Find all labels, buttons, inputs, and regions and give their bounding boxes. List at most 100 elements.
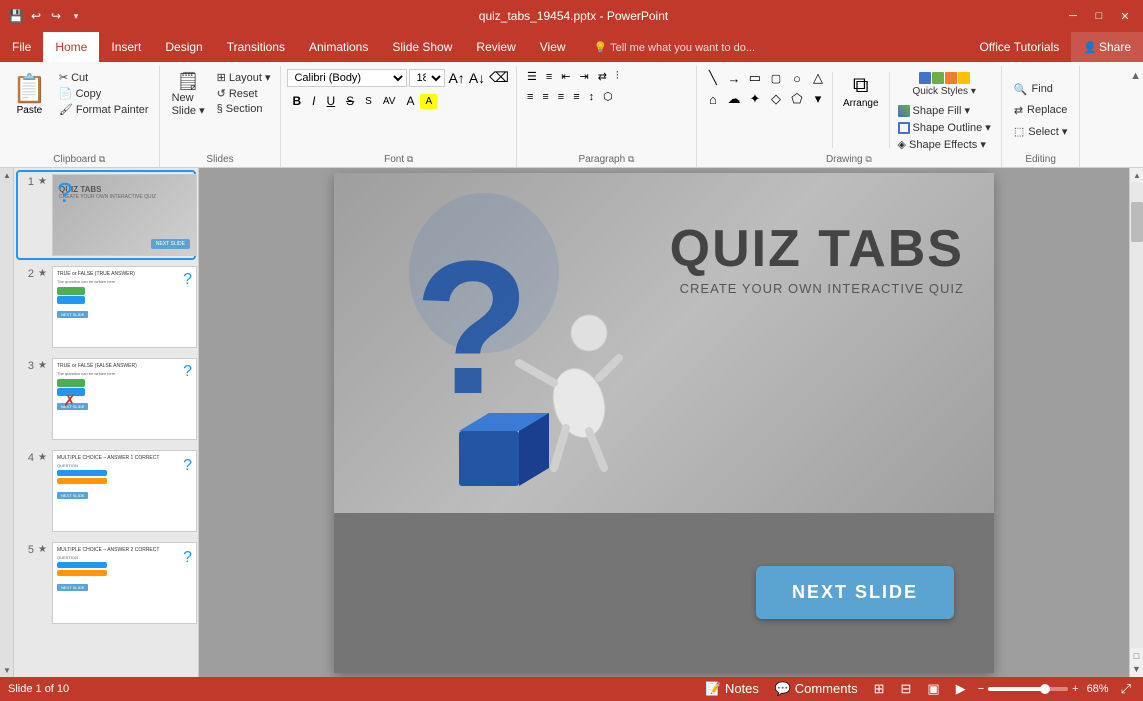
menu-design[interactable]: Design xyxy=(153,32,214,62)
scroll-up-btn[interactable]: ▲ xyxy=(0,168,14,182)
menu-animations[interactable]: Animations xyxy=(297,32,380,62)
zoom-dot[interactable] xyxy=(1040,684,1050,694)
rtl-button[interactable]: ⇄ xyxy=(594,68,611,85)
undo-icon[interactable]: ↩ xyxy=(28,8,44,24)
quick-styles-button[interactable]: Quick Styles ▾ xyxy=(894,68,995,101)
rect-shape[interactable]: ▭ xyxy=(745,68,765,88)
menu-transitions[interactable]: Transitions xyxy=(215,32,297,62)
clear-formatting-btn[interactable]: ⌫ xyxy=(488,68,510,87)
scroll-down-btn[interactable]: ▼ xyxy=(0,663,14,677)
italic-button[interactable]: I xyxy=(307,92,320,110)
bullets-button[interactable]: ☰ xyxy=(523,68,541,85)
bold-button[interactable]: B xyxy=(287,92,306,110)
indent-less-button[interactable]: ⇤ xyxy=(557,68,574,85)
shape-7[interactable]: ⌂ xyxy=(703,89,723,109)
menu-share[interactable]: 👤 Share xyxy=(1071,32,1143,62)
zoom-normal-btn[interactable]: □ xyxy=(1131,650,1143,662)
save-icon[interactable]: 💾 xyxy=(8,8,24,24)
convert-smartart-button[interactable]: ⬡ xyxy=(599,88,617,105)
numbering-button[interactable]: ≡ xyxy=(542,69,556,85)
slide-thumb-5[interactable]: 5 ★ MULTIPLE CHOICE – ANSWER 2 CORRECT Q… xyxy=(18,540,194,626)
font-family-select[interactable]: Calibri (Body) xyxy=(287,69,407,87)
slide-thumb-1[interactable]: 1 ★ QUIZ TABS CREATE YOUR OWN INTERACTIV… xyxy=(18,172,194,258)
slide-number-3: 3 xyxy=(20,360,34,372)
text-highlight-button[interactable]: A xyxy=(420,94,437,109)
slide-sorter-btn[interactable]: ⊟ xyxy=(896,679,915,699)
justify-button[interactable]: ≡ xyxy=(569,89,583,105)
minimize-btn[interactable]: ─ xyxy=(1063,6,1083,26)
right-scroll-thumb[interactable] xyxy=(1131,202,1143,242)
align-center-button[interactable]: ≡ xyxy=(538,89,552,105)
oval-shape[interactable]: ○ xyxy=(787,68,807,88)
fit-slide-btn[interactable]: ⤢ xyxy=(1117,679,1135,699)
font-decrease-btn[interactable]: A↓ xyxy=(468,69,486,87)
maximize-btn[interactable]: □ xyxy=(1089,6,1109,26)
line-shape[interactable]: ╲ xyxy=(703,68,723,88)
shape-9[interactable]: ✦ xyxy=(745,89,765,109)
format-painter-button[interactable]: 🖌Format Painter xyxy=(55,102,153,117)
customize-icon[interactable]: ▾ xyxy=(68,8,84,24)
menu-view[interactable]: View xyxy=(528,32,578,62)
align-left-button[interactable]: ≡ xyxy=(523,89,537,105)
find-button[interactable]: 🔍 Find xyxy=(1008,81,1059,98)
select-button[interactable]: ⬚ Select ▾ xyxy=(1008,123,1074,140)
menu-office-tutorials[interactable]: Office Tutorials xyxy=(967,32,1071,62)
line-spacing-button[interactable]: ↕ xyxy=(585,89,599,105)
right-scroll-up[interactable]: ▲ xyxy=(1130,168,1143,182)
comments-button[interactable]: 💬 Comments xyxy=(771,679,862,699)
reading-view-btn[interactable]: ▣ xyxy=(923,679,943,699)
shape-10[interactable]: ◇ xyxy=(766,89,786,109)
menu-insert[interactable]: Insert xyxy=(99,32,153,62)
slide-thumb-2[interactable]: 2 ★ TRUE or FALSE (TRUE ANSWER) The ques… xyxy=(18,264,194,350)
arrow-shape[interactable]: → xyxy=(724,68,744,88)
align-right-button[interactable]: ≡ xyxy=(554,89,568,105)
shape-8[interactable]: ☁ xyxy=(724,89,744,109)
slideshow-btn[interactable]: ▶ xyxy=(952,679,970,699)
shape-11[interactable]: ⬠ xyxy=(787,89,807,109)
collapse-ribbon-btn[interactable]: ▲ xyxy=(1130,70,1141,82)
slide-star-4: ★ xyxy=(38,452,48,463)
font-increase-btn[interactable]: A↑ xyxy=(447,69,465,87)
menu-review[interactable]: Review xyxy=(464,32,527,62)
zoom-level: 68% xyxy=(1087,683,1109,695)
shape-outline-button[interactable]: Shape Outline ▾ xyxy=(894,120,995,135)
new-slide-button[interactable]: 🗒 NewSlide ▾ xyxy=(166,68,211,121)
strikethrough-button[interactable]: S xyxy=(341,92,359,110)
menu-file[interactable]: File xyxy=(0,32,43,62)
replace-button[interactable]: ⇄ Replace xyxy=(1008,102,1074,119)
reset-button[interactable]: ↺Reset xyxy=(213,86,275,101)
scroll-down-main-btn[interactable]: ▼ xyxy=(1131,663,1143,675)
paste-button[interactable]: 📋 Paste xyxy=(6,68,53,120)
normal-view-btn[interactable]: ⊞ xyxy=(870,679,889,699)
indent-more-button[interactable]: ⇥ xyxy=(575,68,592,85)
notes-button[interactable]: 📝 Notes xyxy=(701,679,763,699)
underline-button[interactable]: U xyxy=(321,92,340,110)
triangle-shape[interactable]: △ xyxy=(808,68,828,88)
menu-home[interactable]: Home xyxy=(43,32,99,62)
shape-effects-button[interactable]: ◈ Shape Effects ▾ xyxy=(894,137,995,152)
zoom-track[interactable] xyxy=(988,687,1068,691)
menu-search[interactable]: 💡 Tell me what you want to do... xyxy=(582,32,767,62)
quick-styles-grid xyxy=(919,72,970,84)
copy-button[interactable]: 📄Copy xyxy=(55,86,153,101)
next-slide-button[interactable]: NEXT SLIDE xyxy=(756,566,954,619)
cut-button[interactable]: ✂Cut xyxy=(55,70,153,85)
section-button[interactable]: §Section xyxy=(213,102,275,116)
layout-button[interactable]: ⊞Layout ▾ xyxy=(213,70,275,85)
char-spacing-button[interactable]: AV xyxy=(378,94,401,109)
columns-button[interactable]: ⫶ xyxy=(612,68,623,85)
font-color-button[interactable]: A xyxy=(401,92,419,110)
rounded-rect-shape[interactable]: ▢ xyxy=(766,68,786,88)
menu-slideshow[interactable]: Slide Show xyxy=(380,32,464,62)
zoom-in-btn[interactable]: + xyxy=(1072,683,1078,695)
redo-icon[interactable]: ↪ xyxy=(48,8,64,24)
shape-fill-button[interactable]: Shape Fill ▾ xyxy=(894,103,995,118)
arrange-button[interactable]: ⧉ Arrange xyxy=(837,68,885,113)
shape-more[interactable]: ▾ xyxy=(808,89,828,109)
slide-thumb-3[interactable]: 3 ★ TRUE or FALSE (FALSE ANSWER) The que… xyxy=(18,356,194,442)
text-shadow-button[interactable]: S xyxy=(360,94,377,109)
close-btn[interactable]: ✕ xyxy=(1115,6,1135,26)
zoom-out-btn[interactable]: − xyxy=(978,683,984,695)
font-size-select[interactable]: 18 xyxy=(409,69,445,87)
slide-thumb-4[interactable]: 4 ★ MULTIPLE CHOICE – ANSWER 1 CORRECT Q… xyxy=(18,448,194,534)
